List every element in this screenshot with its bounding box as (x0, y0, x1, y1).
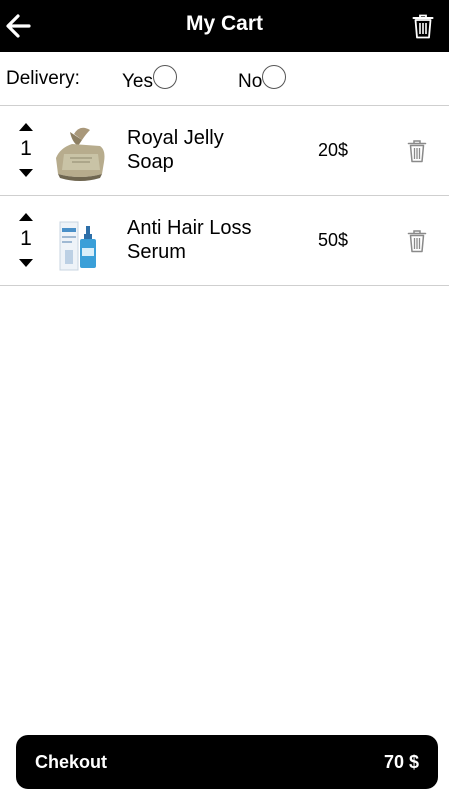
decrease-quantity-button[interactable] (19, 259, 33, 267)
delivery-no-label: No (238, 71, 263, 92)
checkout-button[interactable]: Chekout 70 $ (16, 735, 438, 789)
app-header: My Cart (0, 0, 449, 52)
delivery-yes-radio[interactable] (153, 65, 177, 89)
trash-icon[interactable] (407, 139, 427, 163)
quantity-value: 1 (20, 137, 32, 160)
checkout-label: Chekout (35, 752, 107, 772)
item-price: 20$ (318, 140, 349, 160)
cart-item: 1 Royal Jelly Soap 20$ (0, 106, 449, 196)
quantity-stepper[interactable]: 1 (14, 212, 38, 272)
cart-total: 70 $ (383, 752, 419, 772)
soap-bar-image (56, 127, 105, 181)
cart-item: 1 Anti Hair Loss Serum 50$ (0, 196, 449, 286)
delivery-label: Delivery: (6, 68, 80, 89)
page-title: My Cart (185, 12, 264, 35)
quantity-stepper[interactable]: 1 (14, 122, 38, 182)
item-name: Royal Jelly Soap (127, 127, 224, 173)
serum-bottle-image (59, 221, 96, 271)
delivery-yes-label: Yes (122, 71, 153, 92)
delivery-no-radio[interactable] (262, 65, 286, 89)
item-name: Anti Hair Loss Serum (127, 217, 252, 263)
delivery-row: Delivery: Yes No (0, 52, 449, 106)
increase-quantity-button[interactable] (19, 123, 33, 131)
increase-quantity-button[interactable] (19, 213, 33, 221)
trash-icon[interactable] (407, 229, 427, 253)
item-price: 50$ (318, 230, 349, 250)
trash-icon[interactable] (412, 13, 434, 39)
quantity-value: 1 (20, 227, 32, 250)
decrease-quantity-button[interactable] (19, 169, 33, 177)
